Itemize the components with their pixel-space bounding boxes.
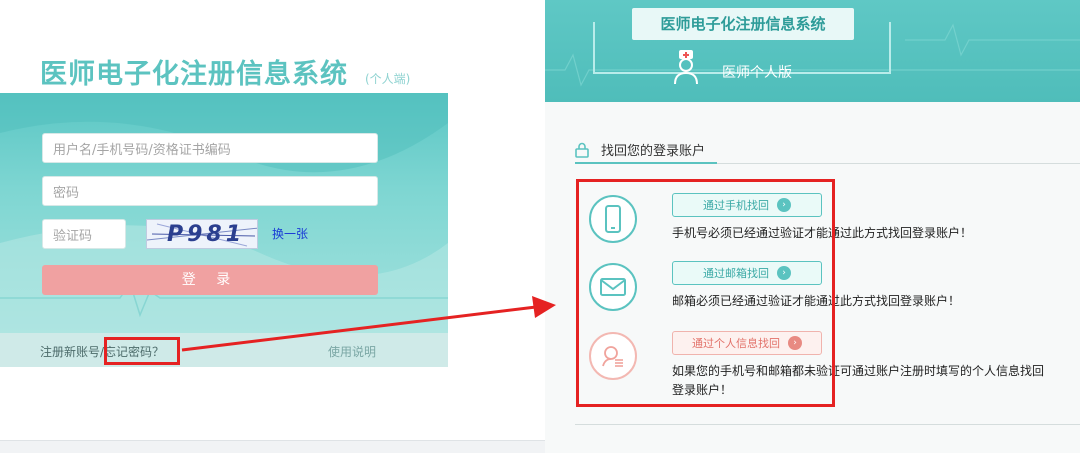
login-button[interactable]: 登 录 [42, 265, 378, 295]
login-page-subtitle: (个人端) [365, 72, 411, 86]
change-captcha-link[interactable]: 换一张 [272, 225, 308, 242]
captcha-input[interactable]: 验证码 [42, 219, 126, 249]
forgot-password-highlight [104, 337, 180, 365]
recovery-title: 医师电子化注册信息系统 [632, 8, 854, 40]
help-link[interactable]: 使用说明 [328, 343, 376, 360]
login-footer: 注册新账号/忘记密码？ 使用说明 [0, 333, 448, 367]
captcha-text: P981 [167, 222, 246, 247]
section-title: 找回您的登录账户 [601, 144, 706, 159]
login-page-title: 医师电子化注册信息系统 [40, 59, 348, 90]
username-input[interactable]: 用户名/手机号码/资格证书编码 [42, 133, 378, 163]
register-link-label[interactable]: 注册新账号/ [40, 345, 104, 359]
background-decoration [0, 93, 448, 333]
bottom-divider [575, 424, 1080, 425]
login-form-panel: 用户名/手机号码/资格证书编码 密码 验证码 P981 换一张 登 录 [0, 93, 448, 333]
recovery-panel: 医师电子化注册信息系统 医师个人版 找回您的登录账户 通过手机找回 › 手机号必… [545, 0, 1080, 453]
section-underline [575, 162, 717, 164]
taskbar-strip [0, 440, 545, 453]
lock-icon [575, 142, 589, 158]
screenshot-root: 医师电子化注册信息系统 (个人端) 用户名/手机号码/资格证书编码 密码 验证码… [0, 0, 1080, 453]
recovery-header: 医师电子化注册信息系统 医师个人版 [545, 0, 1080, 102]
doctor-icon [674, 50, 698, 85]
password-input[interactable]: 密码 [42, 176, 378, 206]
recovery-version: 医师个人版 [722, 65, 792, 81]
recovery-options-highlight [576, 179, 835, 407]
captcha-image[interactable]: P981 [146, 219, 258, 249]
